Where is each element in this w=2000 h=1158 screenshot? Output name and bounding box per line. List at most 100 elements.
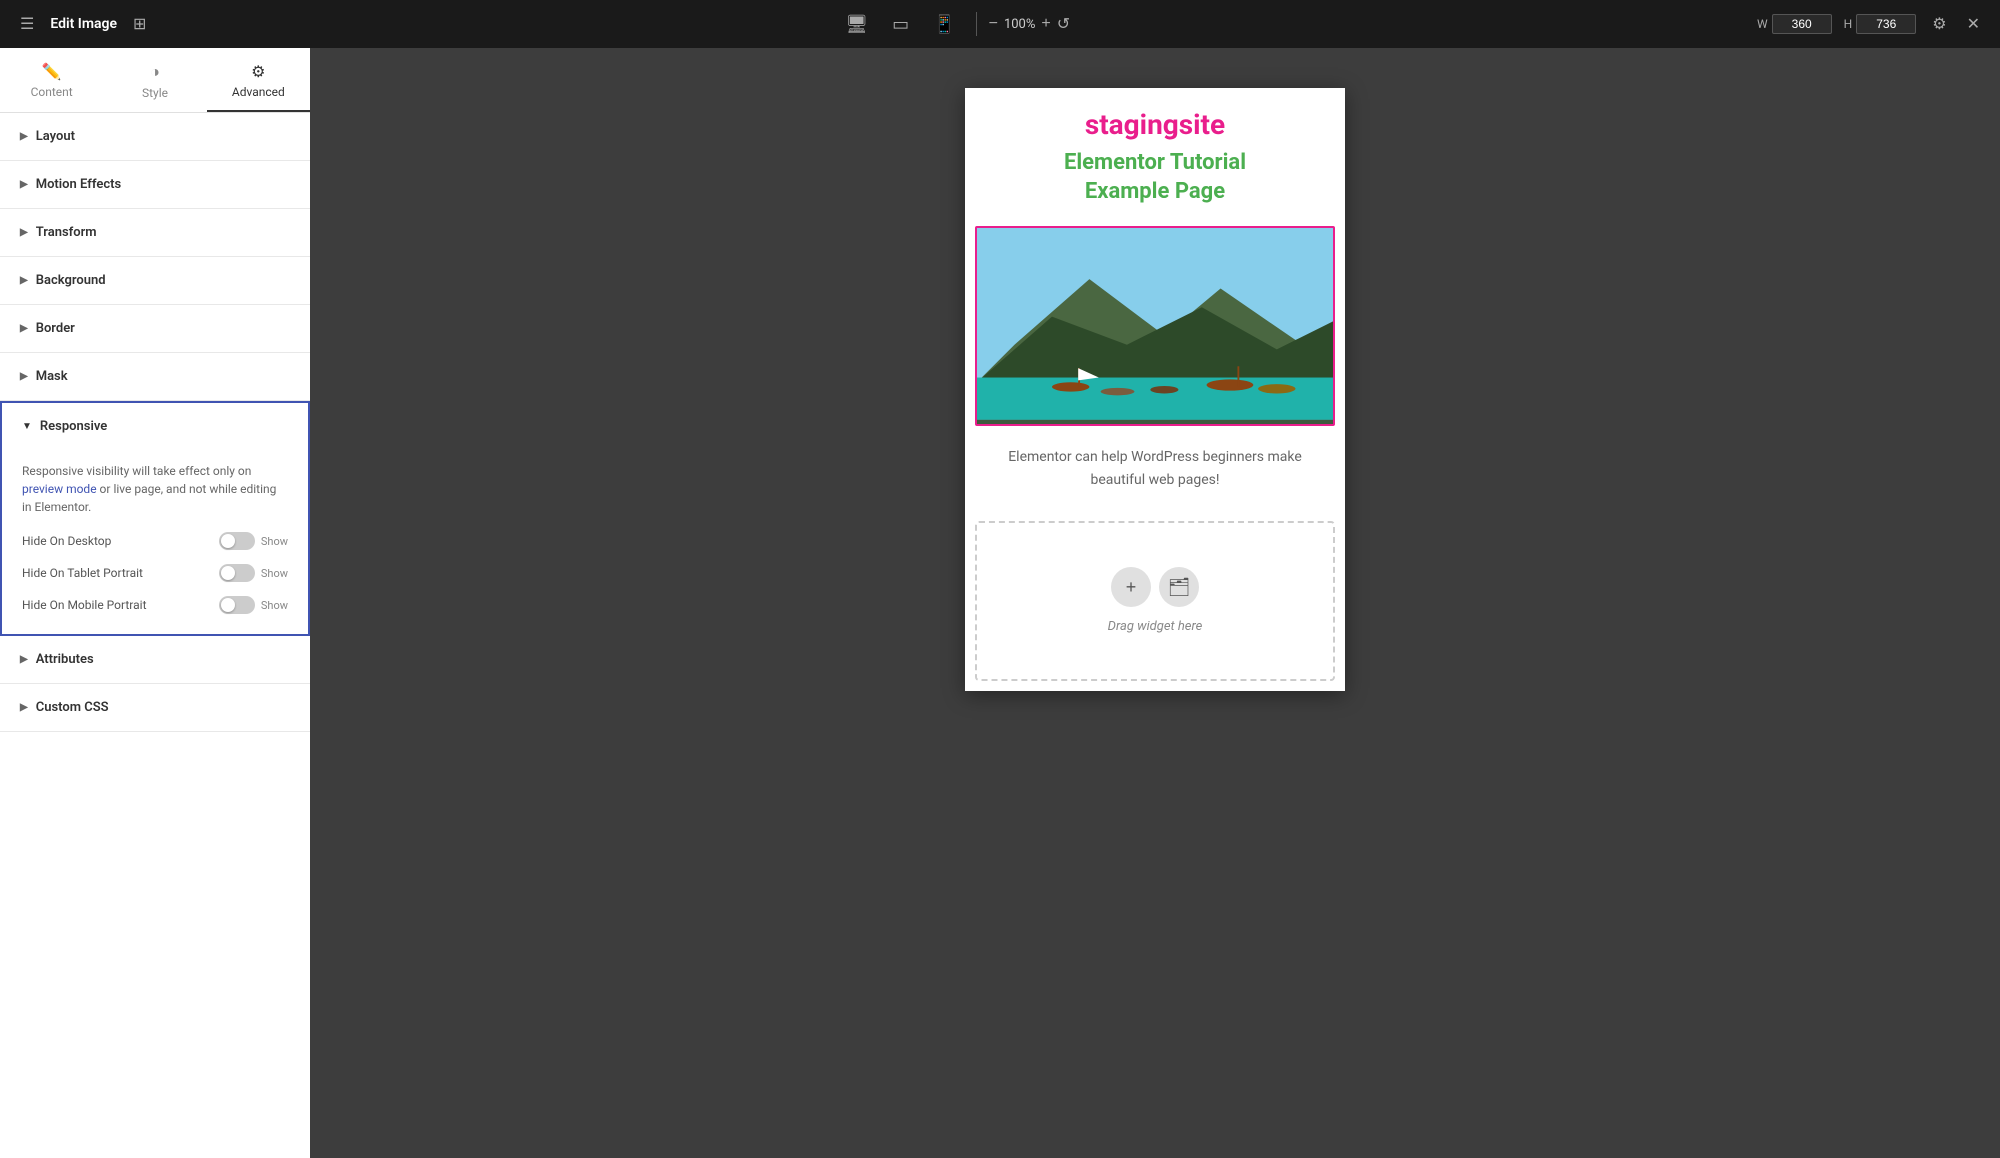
layout-chevron-icon: ▶ bbox=[20, 131, 28, 142]
section-mask[interactable]: ▶ Mask bbox=[0, 353, 310, 401]
topbar-left: ☰ Edit Image ⊞ bbox=[16, 10, 150, 38]
zoom-level: 100% bbox=[1004, 17, 1035, 32]
section-background-header[interactable]: ▶ Background bbox=[0, 257, 310, 304]
toggle-row-desktop: Hide On Desktop Show bbox=[22, 532, 288, 550]
section-responsive-header[interactable]: ▼ Responsive bbox=[2, 403, 308, 450]
width-group: W bbox=[1757, 14, 1832, 34]
tab-content[interactable]: ✏️ Content bbox=[0, 48, 103, 112]
section-motion-effects[interactable]: ▶ Motion Effects bbox=[0, 161, 310, 209]
site-title: stagingsite bbox=[985, 108, 1325, 141]
section-attributes-label: Attributes bbox=[36, 652, 94, 667]
section-custom-css[interactable]: ▶ Custom CSS bbox=[0, 684, 310, 732]
desktop-toggle-container: Show bbox=[219, 532, 288, 550]
page-description: Elementor can help WordPress beginners m… bbox=[965, 426, 1345, 511]
section-custom-css-label: Custom CSS bbox=[36, 700, 109, 715]
tab-bar: ✏️ Content ◑ Style ⚙ Advanced bbox=[0, 48, 310, 113]
hamburger-menu-button[interactable]: ☰ bbox=[16, 10, 38, 38]
tablet-toggle-label: Hide On Tablet Portrait bbox=[22, 566, 143, 580]
attributes-chevron-icon: ▶ bbox=[20, 654, 28, 665]
transform-chevron-icon: ▶ bbox=[20, 227, 28, 238]
section-mask-header[interactable]: ▶ Mask bbox=[0, 353, 310, 400]
height-group: H bbox=[1844, 14, 1917, 34]
desktop-toggle[interactable] bbox=[219, 532, 255, 550]
section-transform[interactable]: ▶ Transform bbox=[0, 209, 310, 257]
tablet-show-label: Show bbox=[261, 567, 288, 580]
background-chevron-icon: ▶ bbox=[20, 275, 28, 286]
section-custom-css-header[interactable]: ▶ Custom CSS bbox=[0, 684, 310, 731]
sidebar: ✏️ Content ◑ Style ⚙ Advanced ▶ Layout ▶ bbox=[0, 48, 310, 1158]
desktop-show-label: Show bbox=[261, 535, 288, 548]
content-icon: ✏️ bbox=[42, 62, 62, 81]
section-mask-label: Mask bbox=[36, 369, 68, 384]
mountain-svg bbox=[977, 228, 1333, 424]
custom-css-chevron-icon: ▶ bbox=[20, 702, 28, 713]
main-layout: ✏️ Content ◑ Style ⚙ Advanced ▶ Layout ▶ bbox=[0, 48, 2000, 1158]
style-icon: ◑ bbox=[150, 62, 160, 82]
desktop-toggle-label: Hide On Desktop bbox=[22, 534, 111, 548]
drag-widget-area[interactable]: + 🗂 Drag widget here bbox=[975, 521, 1335, 681]
settings-button[interactable]: ⚙ bbox=[1928, 10, 1950, 38]
page-subtitle: Elementor Tutorial Example Page bbox=[985, 149, 1325, 206]
zoom-reset-button[interactable]: ↺ bbox=[1057, 14, 1070, 34]
section-border-header[interactable]: ▶ Border bbox=[0, 305, 310, 352]
section-attributes[interactable]: ▶ Attributes bbox=[0, 636, 310, 684]
section-motion-header[interactable]: ▶ Motion Effects bbox=[0, 161, 310, 208]
width-input[interactable] bbox=[1772, 14, 1832, 34]
zoom-out-button[interactable]: − bbox=[989, 15, 998, 33]
apps-grid-button[interactable]: ⊞ bbox=[129, 10, 150, 38]
mobile-toggle[interactable] bbox=[219, 596, 255, 614]
tablet-toggle-container: Show bbox=[219, 564, 288, 582]
add-widget-button[interactable]: + bbox=[1111, 567, 1151, 607]
tablet-view-button[interactable]: ▭ bbox=[884, 10, 917, 39]
width-label: W bbox=[1757, 17, 1768, 31]
page-header: stagingsite Elementor Tutorial Example P… bbox=[965, 88, 1345, 226]
section-responsive: ▼ Responsive Responsive visibility will … bbox=[0, 401, 310, 636]
responsive-content: Responsive visibility will take effect o… bbox=[2, 450, 308, 634]
zoom-controls: − 100% + ↺ bbox=[989, 14, 1071, 34]
mobile-toggle-label: Hide On Mobile Portrait bbox=[22, 598, 147, 612]
toggle-row-tablet: Hide On Tablet Portrait Show bbox=[22, 564, 288, 582]
canvas-area[interactable]: stagingsite Elementor Tutorial Example P… bbox=[310, 48, 2000, 1158]
folder-button[interactable]: 🗂 bbox=[1159, 567, 1199, 607]
mask-chevron-icon: ▶ bbox=[20, 371, 28, 382]
zoom-in-button[interactable]: + bbox=[1041, 15, 1050, 33]
height-label: H bbox=[1844, 17, 1853, 31]
divider bbox=[976, 12, 977, 36]
mobile-view-button[interactable]: 📱 bbox=[925, 10, 963, 39]
desktop-view-button[interactable]: 🖥 bbox=[837, 10, 876, 39]
section-border-label: Border bbox=[36, 321, 75, 336]
border-chevron-icon: ▶ bbox=[20, 323, 28, 334]
topbar: ☰ Edit Image ⊞ 🖥 ▭ 📱 − 100% + ↺ W H ⚙ ✕ bbox=[0, 0, 2000, 48]
section-transform-header[interactable]: ▶ Transform bbox=[0, 209, 310, 256]
section-background[interactable]: ▶ Background bbox=[0, 257, 310, 305]
tab-advanced[interactable]: ⚙ Advanced bbox=[207, 48, 310, 112]
preview-mode-link[interactable]: preview mode bbox=[22, 482, 97, 496]
section-layout-header[interactable]: ▶ Layout bbox=[0, 113, 310, 160]
tab-advanced-label: Advanced bbox=[232, 85, 285, 99]
section-border[interactable]: ▶ Border bbox=[0, 305, 310, 353]
page-preview: stagingsite Elementor Tutorial Example P… bbox=[965, 88, 1345, 691]
mobile-show-label: Show bbox=[261, 599, 288, 612]
responsive-chevron-icon: ▼ bbox=[22, 421, 32, 432]
tab-content-label: Content bbox=[31, 85, 73, 99]
section-attributes-header[interactable]: ▶ Attributes bbox=[0, 636, 310, 683]
drag-widget-text: Drag widget here bbox=[1108, 619, 1203, 634]
page-image[interactable] bbox=[975, 226, 1335, 426]
topbar-right: W H ⚙ ✕ bbox=[1757, 10, 1984, 38]
close-button[interactable]: ✕ bbox=[1963, 10, 1984, 38]
section-layout-label: Layout bbox=[36, 129, 75, 144]
mobile-toggle-container: Show bbox=[219, 596, 288, 614]
height-input[interactable] bbox=[1856, 14, 1916, 34]
toggle-row-mobile: Hide On Mobile Portrait Show bbox=[22, 596, 288, 614]
section-background-label: Background bbox=[36, 273, 106, 288]
tab-style-label: Style bbox=[142, 86, 168, 100]
topbar-center: 🖥 ▭ 📱 − 100% + ↺ bbox=[837, 10, 1070, 39]
section-responsive-label: Responsive bbox=[40, 419, 107, 434]
tab-style[interactable]: ◑ Style bbox=[103, 48, 206, 112]
tablet-toggle[interactable] bbox=[219, 564, 255, 582]
section-transform-label: Transform bbox=[36, 225, 97, 240]
responsive-notice: Responsive visibility will take effect o… bbox=[22, 462, 288, 516]
section-layout[interactable]: ▶ Layout bbox=[0, 113, 310, 161]
topbar-title: Edit Image bbox=[50, 16, 117, 32]
advanced-icon: ⚙ bbox=[251, 62, 265, 81]
